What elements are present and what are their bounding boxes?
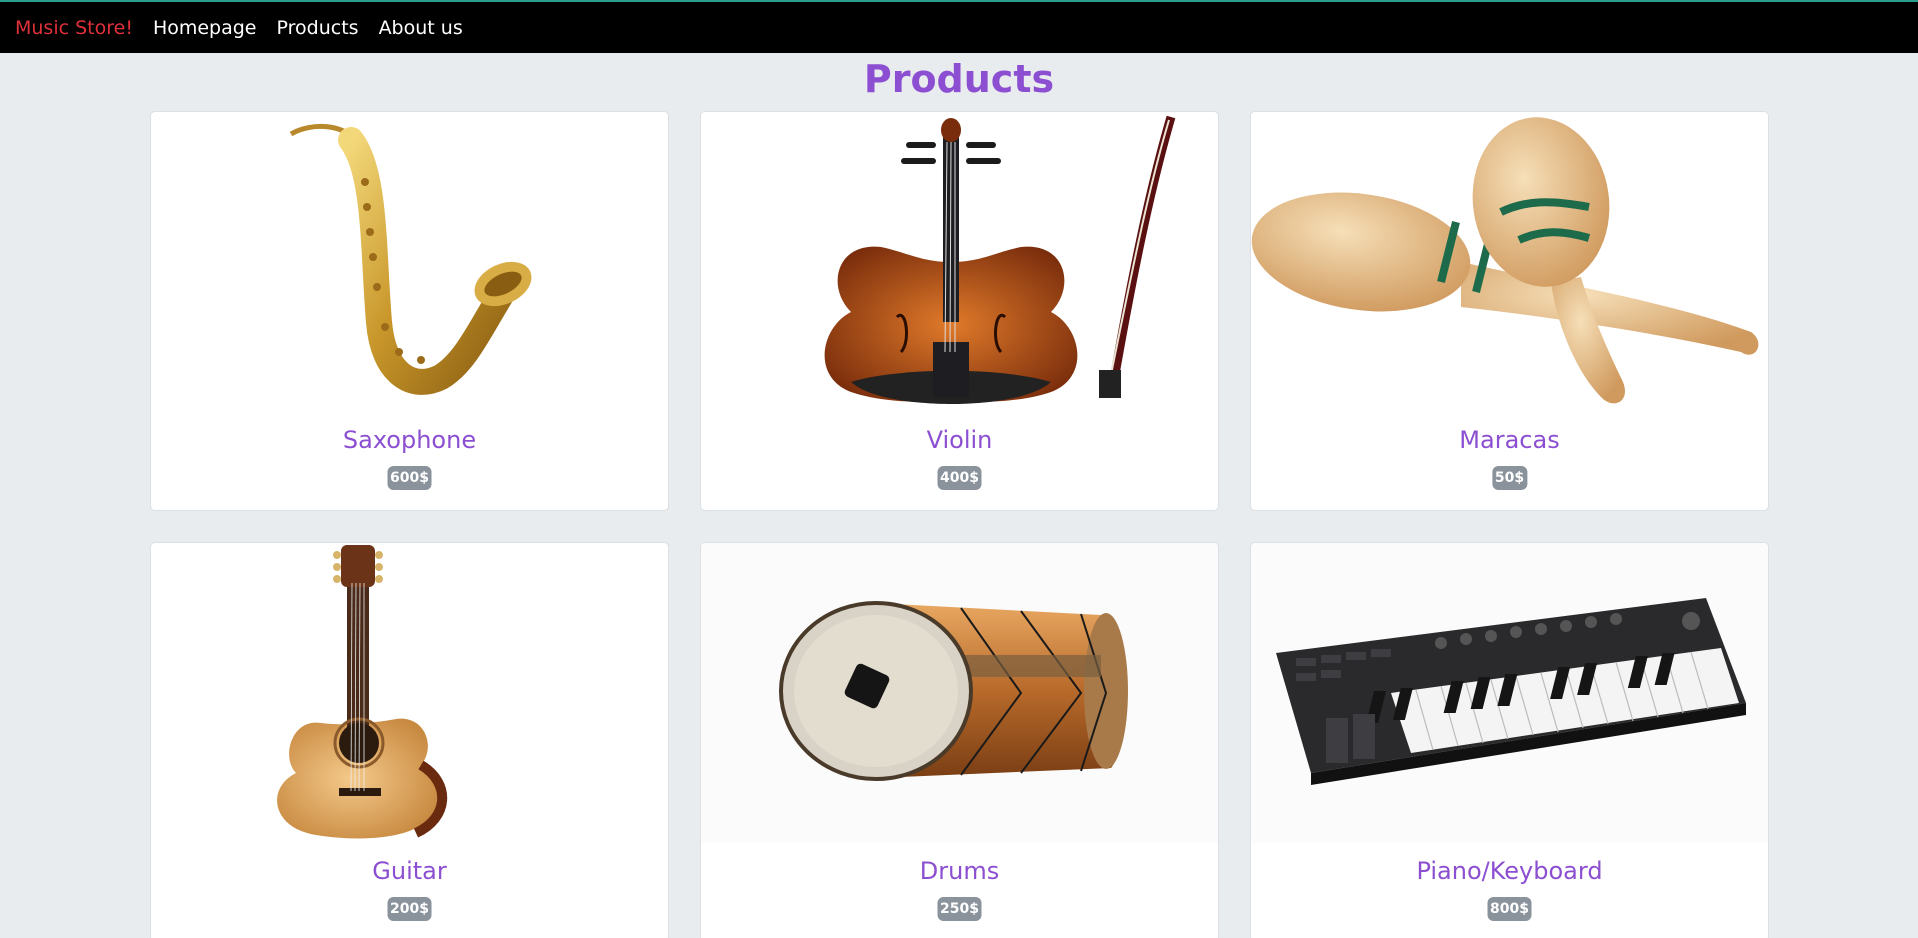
keyboard-image bbox=[1251, 543, 1768, 843]
product-name: Saxophone bbox=[342, 426, 477, 454]
price-badge: 400$ bbox=[937, 466, 982, 490]
nav-link-about-us[interactable]: About us bbox=[379, 17, 463, 39]
product-name: Piano/Keyboard bbox=[1416, 857, 1603, 885]
navbar: Music Store! Homepage Products About us bbox=[0, 0, 1918, 53]
product-name: Violin bbox=[926, 426, 993, 454]
price-badge: 600$ bbox=[387, 466, 432, 490]
page-title: Products bbox=[863, 57, 1055, 101]
nav-link-products[interactable]: Products bbox=[277, 17, 359, 39]
product-name: Guitar bbox=[372, 857, 447, 885]
product-card-maracas[interactable]: Maracas 50$ bbox=[1250, 111, 1769, 511]
nav-link-homepage[interactable]: Homepage bbox=[153, 17, 257, 39]
product-card-violin[interactable]: Violin 400$ bbox=[700, 111, 1219, 511]
price-badge: 200$ bbox=[387, 897, 432, 921]
violin-image bbox=[701, 112, 1218, 412]
price-badge: 800$ bbox=[1487, 897, 1532, 921]
product-card-piano-keyboard[interactable]: Piano/Keyboard 800$ bbox=[1250, 542, 1769, 938]
product-grid: Saxophone 600$ Violin 400$ Maracas 50$ G… bbox=[150, 111, 1770, 938]
product-name: Drums bbox=[919, 857, 1000, 885]
maracas-image bbox=[1251, 112, 1768, 412]
saxophone-image bbox=[151, 112, 668, 412]
drum-image bbox=[701, 543, 1218, 843]
product-card-drums[interactable]: Drums 250$ bbox=[700, 542, 1219, 938]
guitar-image bbox=[151, 543, 668, 843]
product-card-guitar[interactable]: Guitar 200$ bbox=[150, 542, 669, 938]
price-badge: 50$ bbox=[1491, 466, 1528, 490]
price-badge: 250$ bbox=[937, 897, 982, 921]
brand-link[interactable]: Music Store! bbox=[15, 17, 133, 39]
product-name: Maracas bbox=[1459, 426, 1560, 454]
product-card-saxophone[interactable]: Saxophone 600$ bbox=[150, 111, 669, 511]
